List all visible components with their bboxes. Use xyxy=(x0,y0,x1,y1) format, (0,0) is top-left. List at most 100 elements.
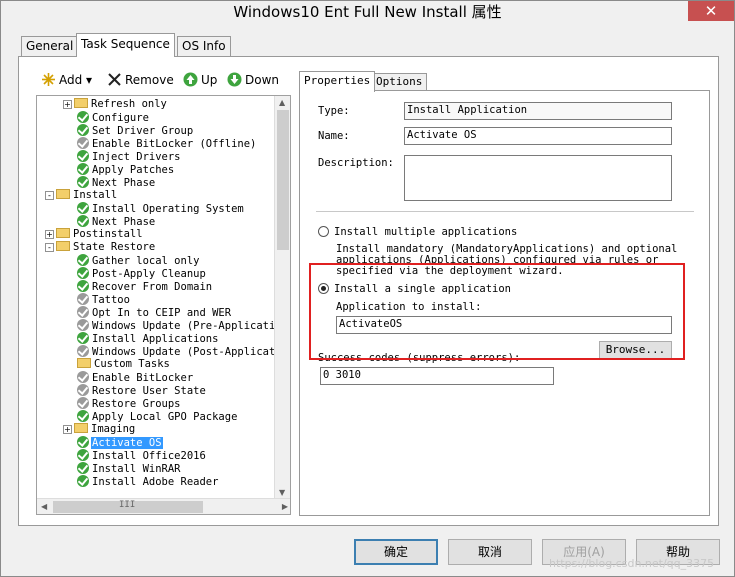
check-icon xyxy=(77,202,89,214)
description-label: Description: xyxy=(318,157,394,169)
tree-item[interactable]: Next Phase xyxy=(77,215,156,228)
check-icon xyxy=(77,111,89,123)
expand-icon[interactable]: + xyxy=(63,425,72,434)
ok-button[interactable]: 确定 xyxy=(354,539,438,565)
check-icon xyxy=(77,163,89,175)
scroll-down-arrow-icon[interactable]: ▼ xyxy=(279,488,285,497)
expand-icon[interactable]: + xyxy=(45,230,54,239)
tab-properties[interactable]: Properties xyxy=(299,71,376,92)
tree-item[interactable]: + Imaging xyxy=(63,423,136,436)
folder-icon xyxy=(74,423,88,433)
tree-item[interactable]: Gather local only xyxy=(77,254,200,267)
check-icon xyxy=(77,254,89,266)
add-dropdown-icon: ▾ xyxy=(82,73,93,87)
tree-item-label: Recover From Domain xyxy=(92,281,213,293)
tree-item[interactable]: Post-Apply Cleanup xyxy=(77,267,207,280)
tab-task-sequence[interactable]: Task Sequence xyxy=(76,33,175,57)
tree-item[interactable]: Configure xyxy=(77,111,150,124)
tree-item-label: Install Applications xyxy=(92,333,219,345)
tree-item[interactable]: Inject Drivers xyxy=(77,150,182,163)
success-codes-input[interactable]: 0 3010 xyxy=(320,367,554,385)
description-input[interactable] xyxy=(404,155,672,201)
tree-item[interactable]: Install Adobe Reader xyxy=(77,475,219,488)
tree-item-label: Windows Update (Post-Applicati xyxy=(92,346,282,358)
arrow-down-icon xyxy=(227,72,242,87)
tree-vertical-scrollbar[interactable]: ▲ ▼ xyxy=(274,96,290,499)
tree-item-label: Apply Patches xyxy=(92,164,175,176)
watermark-text: https://blog.csdn.net/qq_3375 xyxy=(549,557,715,570)
check-icon xyxy=(77,124,89,136)
add-button[interactable]: Add ▾ xyxy=(41,71,92,89)
tree-item[interactable]: Activate OS xyxy=(77,436,163,449)
tree-item[interactable]: + Postinstall xyxy=(45,228,144,241)
tree-item-label: Next Phase xyxy=(92,216,156,228)
scroll-up-arrow-icon[interactable]: ▲ xyxy=(279,98,285,107)
check-icon xyxy=(77,449,89,461)
up-label: Up xyxy=(201,73,218,87)
tree-item[interactable]: Restore Groups xyxy=(77,397,182,410)
tree-item-label: Enable BitLocker (Offline) xyxy=(92,138,257,150)
task-sequence-tree[interactable]: + Refresh only Configure Set Driver Group En… xyxy=(36,95,291,515)
scroll-left-arrow-icon[interactable]: ◀ xyxy=(41,502,47,511)
tab-os-info[interactable]: OS Info xyxy=(177,36,231,56)
remove-button[interactable]: Remove xyxy=(107,71,174,89)
tree-item[interactable]: Install Office2016 xyxy=(77,449,207,462)
tree-item[interactable]: Custom Tasks xyxy=(77,358,171,371)
tree-item-label: Windows Update (Pre-Applicatio xyxy=(92,320,282,332)
tree-item[interactable]: Install WinRAR xyxy=(77,462,182,475)
tree-horizontal-scrollbar[interactable]: ◀ III ▶ xyxy=(37,498,290,514)
tree-item-label: Restore User State xyxy=(92,385,206,397)
tree-item[interactable]: Install Operating System xyxy=(77,202,245,215)
tree-item[interactable]: - Install xyxy=(45,189,118,202)
check-icon xyxy=(77,280,89,292)
tree-item-label: Custom Tasks xyxy=(94,358,170,370)
tree-item[interactable]: - State Restore xyxy=(45,241,156,254)
tree-item[interactable]: Enable BitLocker xyxy=(77,371,194,384)
separator xyxy=(316,211,694,212)
close-button[interactable]: ✕ xyxy=(688,1,734,21)
tree-horizontal-scroll-thumb[interactable]: III xyxy=(53,500,203,513)
check-icon xyxy=(77,267,89,279)
name-input[interactable]: Activate OS xyxy=(404,127,672,145)
tree-item-label: Enable BitLocker xyxy=(92,372,194,384)
tree-item-label: Configure xyxy=(92,112,149,124)
add-star-icon xyxy=(42,73,55,86)
tab-options[interactable]: Options xyxy=(371,73,428,91)
down-button[interactable]: Down xyxy=(227,71,279,89)
tree-item[interactable]: Opt In to CEIP and WER xyxy=(77,306,232,319)
cancel-button[interactable]: 取消 xyxy=(448,539,532,565)
tree-item-label: Postinstall xyxy=(73,228,143,240)
tree-item[interactable]: Restore User State xyxy=(77,384,207,397)
tab-general[interactable]: General xyxy=(21,36,79,56)
folder-icon xyxy=(56,228,70,238)
disabled-check-icon xyxy=(77,371,89,383)
check-icon xyxy=(77,475,89,487)
tree-item-label: Install Adobe Reader xyxy=(92,476,219,488)
scroll-right-arrow-icon[interactable]: ▶ xyxy=(282,502,288,511)
up-button[interactable]: Up xyxy=(183,71,217,89)
tree-item[interactable]: Apply Patches xyxy=(77,163,175,176)
collapse-icon[interactable]: - xyxy=(45,243,54,252)
check-icon xyxy=(77,462,89,474)
arrow-up-icon xyxy=(183,72,198,87)
remove-label: Remove xyxy=(125,73,174,87)
tree-item[interactable]: Set Driver Group xyxy=(77,124,194,137)
tree-item[interactable]: Tattoo xyxy=(77,293,131,306)
tree-item[interactable]: Windows Update (Pre-Applicatio xyxy=(77,319,283,332)
tree-item[interactable]: + Refresh only xyxy=(63,98,168,111)
collapse-icon[interactable]: - xyxy=(45,191,54,200)
tree-item[interactable]: Windows Update (Post-Applicati xyxy=(77,345,283,358)
tree-item[interactable]: Next Phase xyxy=(77,176,156,189)
scroll-grip: III xyxy=(119,500,136,510)
check-icon xyxy=(77,332,89,344)
radio-install-multiple[interactable] xyxy=(318,226,329,237)
tree-item[interactable]: Apply Local GPO Package xyxy=(77,410,238,423)
disabled-check-icon xyxy=(77,306,89,318)
tree-item[interactable]: Enable BitLocker (Offline) xyxy=(77,137,257,150)
tree-item[interactable]: Install Applications xyxy=(77,332,219,345)
tree-item-label: Inject Drivers xyxy=(92,151,181,163)
expand-icon[interactable]: + xyxy=(63,100,72,109)
tree-item[interactable]: Recover From Domain xyxy=(77,280,213,293)
tree-vertical-scroll-thumb[interactable] xyxy=(277,110,289,250)
tree-item-label: Next Phase xyxy=(92,177,156,189)
